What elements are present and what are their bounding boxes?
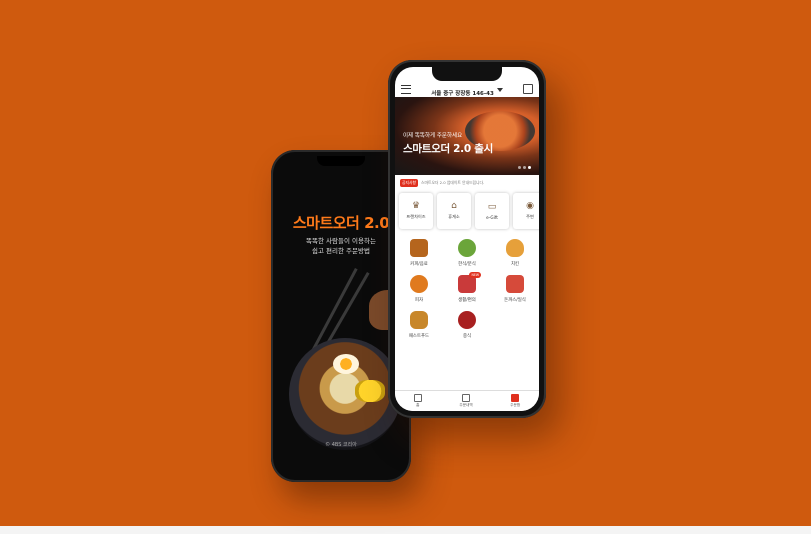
tab-cart[interactable]: 주문함	[510, 394, 520, 408]
notice-bar[interactable]: 공지사항 스마트오더 2.0 업데이트 안내드립니다.	[395, 177, 539, 189]
cart-icon	[511, 394, 520, 402]
category-pizza[interactable]: 피자	[395, 275, 443, 303]
coffee-icon	[410, 239, 428, 257]
crown-icon: ♛	[411, 201, 421, 211]
category-label: 피자	[414, 298, 424, 303]
tab-label: 홈	[416, 403, 420, 407]
category-grid: 커피/음료 한식/분식 치킨 피자 NEW 생활/편의 돈까스/일식 패스트푸드…	[395, 239, 539, 339]
notice-text: 스마트오더 2.0 업데이트 안내드립니다.	[420, 180, 485, 185]
phone-notch	[432, 67, 502, 81]
quick-nearby[interactable]: ◉ 주변	[513, 193, 539, 229]
new-badge: NEW	[469, 272, 481, 278]
bibimbap-icon	[458, 239, 476, 257]
quick-label: e-Gift	[486, 214, 498, 220]
house-icon: ⌂	[451, 201, 457, 211]
gift-card-icon: ▭	[487, 201, 497, 212]
banner-subtitle: 이제 똑똑하게 주문하세요	[403, 133, 463, 139]
quick-egift[interactable]: ▭ e-Gift	[475, 193, 509, 229]
burger-icon	[410, 311, 428, 329]
category-fastfood[interactable]: 패스트푸드	[395, 311, 443, 339]
address-text: 서울 중구 장장동 146-43	[431, 90, 494, 97]
quick-label: 프랜차이즈	[406, 214, 426, 219]
splash-footer: © 4BS 코리아	[325, 442, 357, 448]
category-label: 패스트푸드	[408, 334, 430, 339]
chevron-down-icon	[496, 88, 503, 92]
tab-label: 주문내역	[459, 403, 473, 407]
category-label: 커피/음료	[410, 262, 428, 267]
category-label: 생활/편의	[458, 298, 476, 303]
category-label: 돈까스/일식	[504, 298, 526, 303]
quick-franchise[interactable]: ♛ 프랜차이즈	[399, 193, 433, 229]
quick-menu: ♛ 프랜차이즈 ⌂ 휴게소 ▭ e-Gift ◉ 주변	[399, 193, 539, 231]
tab-home[interactable]: 홈	[413, 394, 422, 408]
quick-label: 주변	[526, 214, 534, 219]
location-icon: ◉	[526, 201, 534, 211]
category-label: 중식	[462, 334, 472, 339]
app-header: 서울 중구 장장동 146-43	[395, 81, 539, 97]
chicken-icon	[506, 239, 524, 257]
pizza-icon	[410, 275, 428, 293]
category-chicken[interactable]: 치킨	[491, 239, 539, 267]
category-korean[interactable]: 한식/분식	[443, 239, 491, 267]
bottom-tab-bar: 홈 주문내역 주문함	[395, 390, 539, 411]
cart-icon[interactable]	[523, 84, 533, 94]
home-icon	[413, 394, 422, 402]
notice-badge: 공지사항	[400, 179, 418, 187]
category-japanese[interactable]: 돈까스/일식	[491, 275, 539, 303]
app-screen: 서울 중구 장장동 146-43 이제 똑똑하게 주문하세요 스마트오더 2.0…	[395, 67, 539, 411]
banner-title: 스마트오더 2.0 출시	[403, 143, 493, 155]
address-selector[interactable]: 서울 중구 장장동 146-43	[431, 80, 503, 99]
bottom-strip	[0, 526, 811, 534]
receipt-icon	[462, 394, 471, 402]
corn-image	[355, 380, 385, 402]
phone-app: 서울 중구 장장동 146-43 이제 똑똑하게 주문하세요 스마트오더 2.0…	[388, 60, 546, 418]
tab-label: 주문함	[510, 403, 521, 407]
banner-pagination	[518, 166, 531, 169]
quick-rest-area[interactable]: ⌂ 휴게소	[437, 193, 471, 229]
promo-banner[interactable]: 이제 똑똑하게 주문하세요 스마트오더 2.0 출시	[395, 97, 539, 175]
menu-icon[interactable]	[401, 84, 411, 94]
category-label: 치킨	[510, 262, 520, 267]
category-coffee[interactable]: 커피/음료	[395, 239, 443, 267]
egg-image	[333, 354, 359, 374]
noodle-bowl-icon	[458, 311, 476, 329]
category-chinese[interactable]: 중식	[443, 311, 491, 339]
category-label: 한식/분식	[458, 262, 476, 267]
quick-label: 휴게소	[448, 214, 460, 219]
category-convenience[interactable]: NEW 생활/편의	[443, 272, 491, 303]
sushi-icon	[506, 275, 524, 293]
phone-notch	[317, 156, 365, 166]
tab-orders[interactable]: 주문내역	[459, 394, 473, 408]
